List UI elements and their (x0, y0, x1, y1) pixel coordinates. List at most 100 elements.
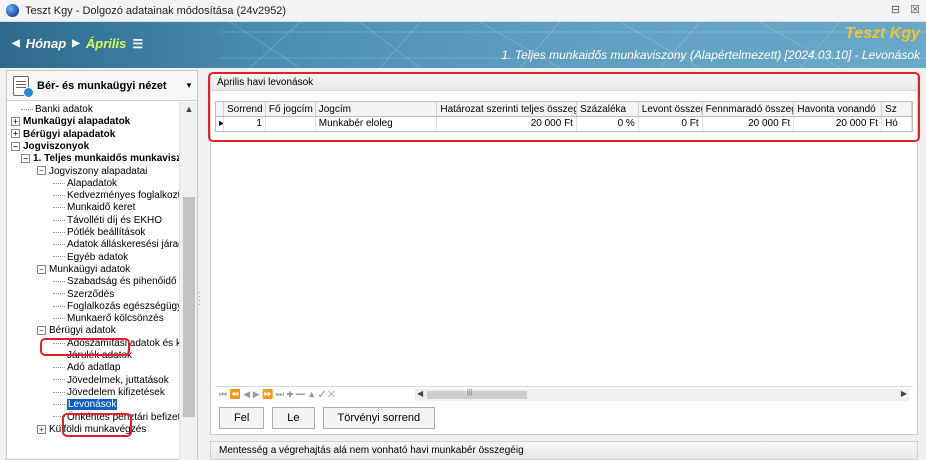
tree-connector (53, 231, 65, 233)
window-title: Teszt Kgy - Dolgozó adatainak módosítása… (25, 4, 287, 17)
highlight-berugyi-adatok (40, 338, 130, 356)
collapse-icon[interactable]: − (37, 326, 46, 336)
close-icon[interactable]: ☒ (910, 3, 920, 16)
tree-connector (53, 317, 65, 319)
document-view-icon (13, 75, 34, 98)
chevron-down-icon[interactable]: ▾ (181, 80, 197, 91)
scroll-right-icon[interactable]: ▶ (901, 389, 907, 398)
view-label: Bér- és munkaügyi nézet (37, 79, 167, 92)
tree-item-label: Foglalkozás egészségügyi adatok (67, 300, 179, 312)
tree-item-label: Távolléti díj és EKHO (67, 214, 163, 226)
grid-nav-icons[interactable]: ⏮ ⏪ ◀ ▶ ⏩ ⏭ ✚ ━ ▲ ✓ ✕ (219, 389, 335, 400)
order-buttons: Fel Le Törvényi sorrend (219, 407, 436, 429)
tree-connector (53, 207, 65, 209)
tree-item[interactable]: −1. Teljes munkaidős munkaviszony (21, 153, 179, 165)
month-menu-icon[interactable]: ☰ (132, 37, 143, 51)
tree-item[interactable]: − Munkaügyi adatok (37, 264, 130, 276)
tree-item-label: 1. Teljes munkaidős munkaviszony (33, 153, 179, 165)
nav-back-icon[interactable]: ◀ (12, 38, 20, 49)
tree-item[interactable]: Kedvezményes foglalkoztatás (53, 190, 179, 202)
tree-connector (53, 391, 65, 393)
tree-item[interactable]: − Bérügyi adatok (37, 325, 116, 337)
nav-forward-icon[interactable]: ▶ (72, 38, 80, 49)
exemption-section-title: Mentesség a végrehajtás alá nem vonható … (210, 441, 918, 460)
tree-item[interactable]: Adatok álláskeresési járadékhoz (53, 239, 179, 251)
tree-item-label: Jövedelmek, juttatások (67, 374, 169, 386)
move-up-button[interactable]: Fel (219, 407, 265, 429)
tree-item[interactable]: Egyéb adatok (53, 252, 128, 264)
highlight-levonasok (62, 413, 132, 437)
splitter-handle[interactable]: · · · · (198, 288, 201, 309)
hscroll-grip: ||| (467, 389, 473, 396)
collapse-icon[interactable]: − (37, 264, 46, 274)
tree-connector (53, 293, 65, 295)
legal-order-button[interactable]: Törvényi sorrend (322, 407, 436, 429)
collapse-icon[interactable]: − (21, 154, 30, 164)
tree-item[interactable]: + Munkaügyi alapadatok (11, 116, 130, 128)
tree-connector (53, 256, 65, 258)
tree-connector (53, 194, 65, 196)
tree-item[interactable]: Foglalkozás egészségügyi adatok (53, 301, 179, 313)
month-navigation: ◀ Hónap ▶ Április ☰ (12, 36, 143, 51)
tree-item-label: Pótlék beállítások (67, 227, 146, 238)
window-controls: ⊟ ☒ (891, 3, 920, 16)
tree-item[interactable]: Jövedelmek, juttatások (53, 375, 169, 387)
scroll-thumb[interactable] (183, 197, 195, 417)
tree-connector (53, 281, 65, 283)
tree-item-label: Banki adatok (35, 104, 93, 115)
tree-item-label: Adó adatlap (67, 362, 121, 374)
tree-item[interactable]: Jövedelem kifizetések (53, 387, 165, 399)
tree-connector (53, 219, 65, 221)
collapse-icon[interactable]: − (11, 141, 20, 151)
tree-item[interactable]: Munkaidő keret (53, 202, 135, 214)
scroll-left-icon[interactable]: ◀ (417, 389, 423, 398)
tree-item-label: Kedvezményes foglalkoztatás (67, 190, 179, 202)
tree-item[interactable]: Alapadatok (53, 178, 117, 190)
nav-label[interactable]: Hónap (26, 36, 66, 51)
tree-item[interactable]: Pótlék beállítások (53, 227, 145, 239)
scroll-up-icon[interactable]: ▲ (180, 104, 198, 114)
tree-item-label: Bérügyi adatok (49, 325, 116, 337)
employment-subtitle: 1. Teljes munkaidős munkaviszony (Alapér… (501, 48, 920, 62)
expand-icon[interactable]: + (11, 129, 20, 139)
tree-item[interactable]: Levonások (53, 399, 118, 411)
tree-item[interactable]: Adó adatlap (53, 362, 120, 374)
tree-connector (53, 182, 65, 184)
tree-connector (53, 367, 65, 369)
tree-scrollbar[interactable]: ▲ (179, 102, 197, 460)
current-month[interactable]: Április (86, 36, 126, 51)
tree-item-label: Munkaidő keret (67, 202, 136, 214)
tree-item-label: Szabadság és pihenőidő nyilvántartás (67, 276, 179, 288)
tree-item[interactable]: Szabadság és pihenőidő nyilvántartás (53, 276, 179, 288)
hscroll-thumb[interactable] (427, 391, 527, 399)
tree-item-label: Levonások (67, 399, 118, 411)
collapse-icon[interactable]: − (37, 166, 46, 176)
tree-item[interactable]: Munkaerő kölcsönzés (53, 313, 164, 325)
header-banner: ◀ Hónap ▶ Április ☰ Teszt Kgy 1. Teljes … (0, 22, 926, 68)
expand-icon[interactable]: + (11, 117, 20, 127)
tree-item-label: Adatok álláskeresési járadékhoz (67, 239, 179, 251)
move-down-button[interactable]: Le (272, 407, 315, 429)
tree-item-label: Alapadatok (67, 177, 118, 189)
tree-item-label: Bérügyi alapadatok (23, 128, 116, 140)
tree-item[interactable]: Távolléti díj és EKHO (53, 215, 162, 227)
view-selector[interactable]: Bér- és munkaügyi nézet ▾ (7, 71, 197, 101)
tree-item-label: Jövedelem kifizetések (67, 386, 165, 398)
tree-item[interactable]: − Jogviszonyok (11, 141, 89, 153)
grid-horizontal-scrollbar[interactable]: ◀ ||| ▶ (415, 389, 909, 401)
tree-item-label: Munkaerő kölcsönzés (67, 313, 164, 325)
expand-icon[interactable]: + (37, 424, 46, 434)
tree-item-label: Jogviszonyok (23, 140, 90, 152)
tree-item[interactable]: Banki adatok (21, 104, 93, 116)
title-bar: Teszt Kgy - Dolgozó adatainak módosítása… (0, 0, 926, 22)
minimize-icon[interactable]: ⊟ (891, 3, 900, 16)
tree-item[interactable]: − Jogviszony alapadatai (37, 166, 147, 178)
tree-item-label: Jogviszony alapadatai (49, 165, 148, 177)
navigation-tree: Banki adatok + Munkaügyi alapadatok + Bérügy… (7, 102, 179, 460)
tree-item[interactable]: Szerződés (53, 289, 114, 301)
tree-item[interactable]: + Bérügyi alapadatok (11, 129, 115, 141)
grid-navigator: ⏮ ⏪ ◀ ▶ ⏩ ⏭ ✚ ━ ▲ ✓ ✕ ◀ ||| ▶ (215, 386, 913, 402)
tree-item-label: Egyéb adatok (67, 251, 129, 263)
tree-connector (53, 305, 65, 307)
tree-connector (53, 379, 65, 381)
